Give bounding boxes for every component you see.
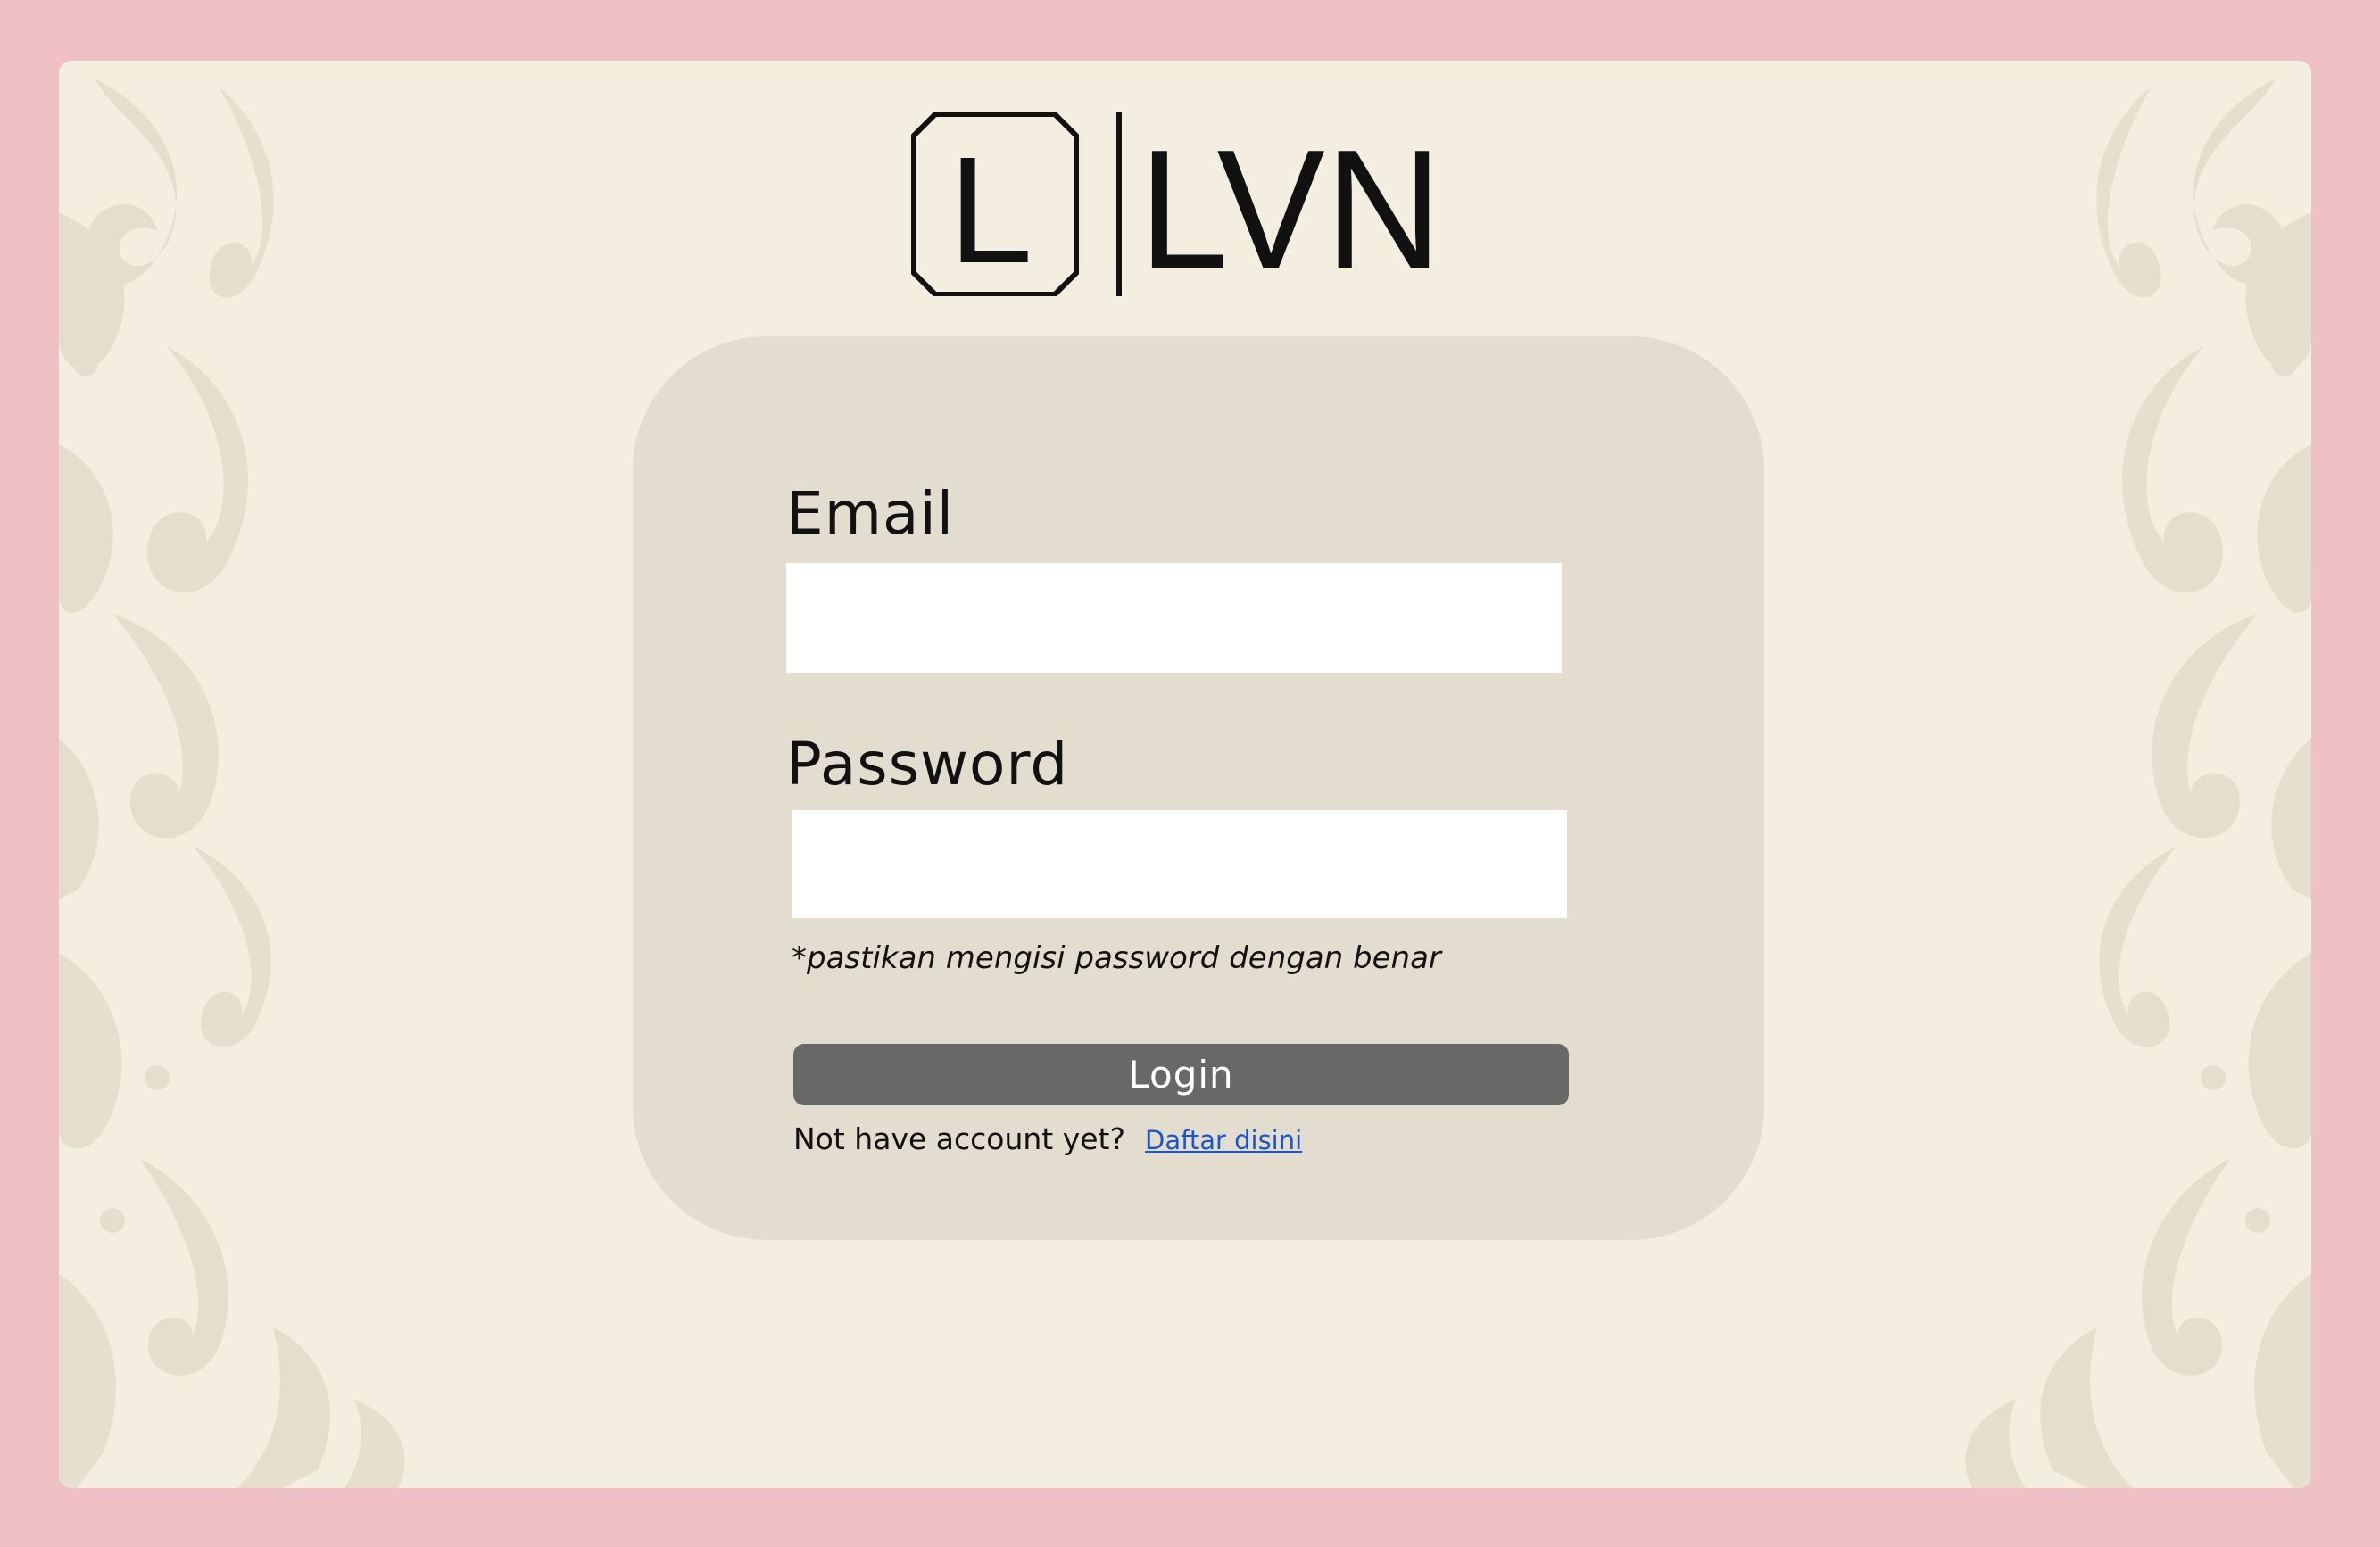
signup-prompt: Not have account yet?: [793, 1121, 1126, 1156]
password-hint: *pastikan mengisi password dengan benar: [792, 940, 1441, 976]
password-label: Password: [786, 730, 1069, 798]
logo-text: LVN: [1139, 115, 1442, 296]
damask-ornament-right: [1965, 79, 2311, 1488]
signup-link[interactable]: Daftar disini: [1145, 1125, 1302, 1155]
password-input[interactable]: [792, 810, 1567, 918]
login-button[interactable]: Login: [793, 1044, 1569, 1105]
email-input[interactable]: [786, 563, 1562, 673]
damask-ornament-left: [59, 79, 405, 1488]
login-page: L LVN Email Password *pastikan mengisi p…: [59, 61, 2311, 1488]
logo-mark: L: [949, 126, 1033, 295]
email-label: Email: [786, 479, 955, 548]
signup-row: Not have account yet? Daftar disini: [793, 1121, 1302, 1156]
login-card: Email Password *pastikan mengisi passwor…: [633, 336, 1764, 1240]
lvn-logo: L LVN: [911, 112, 1442, 296]
